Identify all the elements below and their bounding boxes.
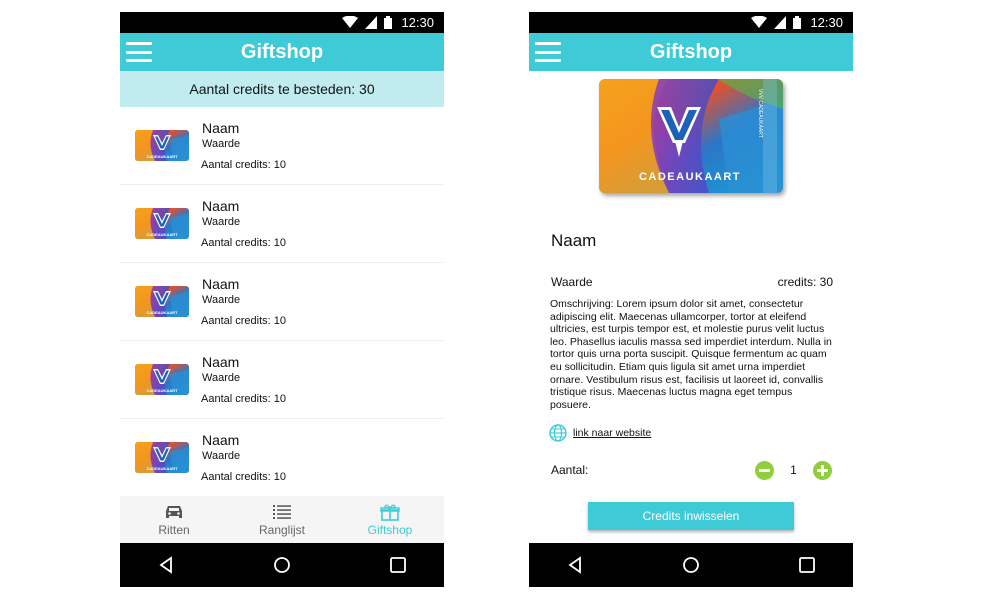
list-item[interactable]: CADEAUKAART Naam Waarde Aantal credits: 10 xyxy=(120,263,444,340)
gift-value: Waarde xyxy=(551,275,593,289)
giftshop-detail-screen: 12:30 Giftshop CADEAUKAART VVV CADEAUKAA… xyxy=(529,12,853,587)
decrement-button[interactable] xyxy=(755,461,774,480)
item-credits: Aantal credits: 10 xyxy=(201,315,286,327)
system-navigation-bar xyxy=(120,543,444,587)
gift-card-image: CADEAUKAART VVV CADEAUKAART xyxy=(599,79,783,193)
item-credits: Aantal credits: 10 xyxy=(201,237,286,249)
nav-item-ritten[interactable]: Ritten xyxy=(120,496,228,543)
nav-label-ranglijst: Ranglijst xyxy=(258,523,306,537)
globe-icon xyxy=(549,424,567,442)
quantity-label: Aantal: xyxy=(551,463,589,477)
gift-description: Omschrijving: Lorem ipsum dolor sit amet… xyxy=(550,298,832,411)
gift-name: Naam xyxy=(551,231,597,250)
status-time: 12:30 xyxy=(401,15,434,30)
status-bar: 12:30 xyxy=(120,12,444,33)
card-label: CADEAUKAART xyxy=(146,388,178,393)
back-icon[interactable] xyxy=(156,555,176,575)
recents-icon[interactable] xyxy=(797,555,817,575)
item-value: Waarde xyxy=(202,450,241,462)
card-label: CADEAUKAART xyxy=(146,466,178,471)
list-item[interactable]: CADEAUKAART Naam Waarde Aantal credits: 10 xyxy=(120,107,444,184)
giftshop-list-screen: 12:30 Giftshop Aantal credits te bestede… xyxy=(120,12,444,587)
increment-button[interactable] xyxy=(813,461,832,480)
system-navigation-bar xyxy=(529,543,853,587)
list-item[interactable]: CADEAUKAART Naam Waarde Aantal credits: 10 xyxy=(120,419,444,496)
website-link-row: link naar website xyxy=(549,423,651,443)
gift-card-thumbnail: CADEAUKAART xyxy=(135,364,189,395)
nav-item-ranglijst[interactable]: Ranglijst xyxy=(228,496,336,543)
card-label: CADEAUKAART xyxy=(639,171,741,183)
battery-icon xyxy=(384,16,393,29)
gift-card-thumbnail: CADEAUKAART xyxy=(135,130,189,161)
recents-icon[interactable] xyxy=(388,555,408,575)
status-bar: 12:30 xyxy=(529,12,853,33)
bottom-navigation: Ritten Ranglijst Giftshop xyxy=(120,496,444,543)
item-value: Waarde xyxy=(202,372,241,384)
item-name: Naam xyxy=(202,198,240,214)
wifi-icon xyxy=(751,16,768,28)
app-bar: Giftshop xyxy=(120,33,444,71)
nav-label-ritten: Ritten xyxy=(158,523,190,537)
redeem-credits-button[interactable]: Credits inwisselen xyxy=(588,502,794,530)
item-credits: Aantal credits: 10 xyxy=(201,393,286,405)
gift-icon xyxy=(380,504,400,521)
list-icon xyxy=(273,505,291,519)
nav-label-giftshop: Giftshop xyxy=(367,523,413,537)
page-title: Giftshop xyxy=(649,41,733,63)
card-label: CADEAUKAART xyxy=(146,154,178,159)
card-label: CADEAUKAART xyxy=(146,232,178,237)
gift-card-thumbnail: CADEAUKAART xyxy=(135,208,189,239)
gift-list: CADEAUKAART Naam Waarde Aantal credits: 10 C… xyxy=(120,107,444,496)
back-icon[interactable] xyxy=(565,555,585,575)
wifi-icon xyxy=(342,16,359,28)
item-value: Waarde xyxy=(202,294,241,306)
card-label: CADEAUKAART xyxy=(146,310,178,315)
website-link[interactable]: link naar website xyxy=(573,427,651,439)
card-side-label: VVV CADEAUKAART xyxy=(757,89,763,138)
car-icon xyxy=(166,506,182,518)
list-item[interactable]: CADEAUKAART Naam Waarde Aantal credits: 10 xyxy=(120,341,444,418)
home-icon[interactable] xyxy=(272,555,292,575)
gift-card-thumbnail: CADEAUKAART xyxy=(135,286,189,317)
gift-card-thumbnail: CADEAUKAART xyxy=(135,442,189,473)
page-title: Giftshop xyxy=(240,41,324,63)
signal-icon xyxy=(774,16,787,29)
list-item[interactable]: CADEAUKAART Naam Waarde Aantal credits: 10 xyxy=(120,185,444,262)
item-credits: Aantal credits: 10 xyxy=(201,471,286,483)
item-name: Naam xyxy=(202,120,240,136)
status-time: 12:30 xyxy=(810,15,843,30)
item-value: Waarde xyxy=(202,216,241,228)
signal-icon xyxy=(365,16,378,29)
quantity-stepper: 1 xyxy=(755,461,832,481)
credits-banner: Aantal credits te besteden: 30 xyxy=(120,71,444,107)
item-name: Naam xyxy=(202,354,240,370)
home-icon[interactable] xyxy=(681,555,701,575)
item-name: Naam xyxy=(202,432,240,448)
nav-item-giftshop[interactable]: Giftshop xyxy=(336,496,444,543)
quantity-value: 1 xyxy=(790,463,797,477)
gift-credits: credits: 30 xyxy=(777,275,833,289)
battery-icon xyxy=(793,16,802,29)
item-credits: Aantal credits: 10 xyxy=(201,159,286,171)
item-value: Waarde xyxy=(202,138,241,150)
app-bar: Giftshop xyxy=(529,33,853,71)
item-name: Naam xyxy=(202,276,240,292)
